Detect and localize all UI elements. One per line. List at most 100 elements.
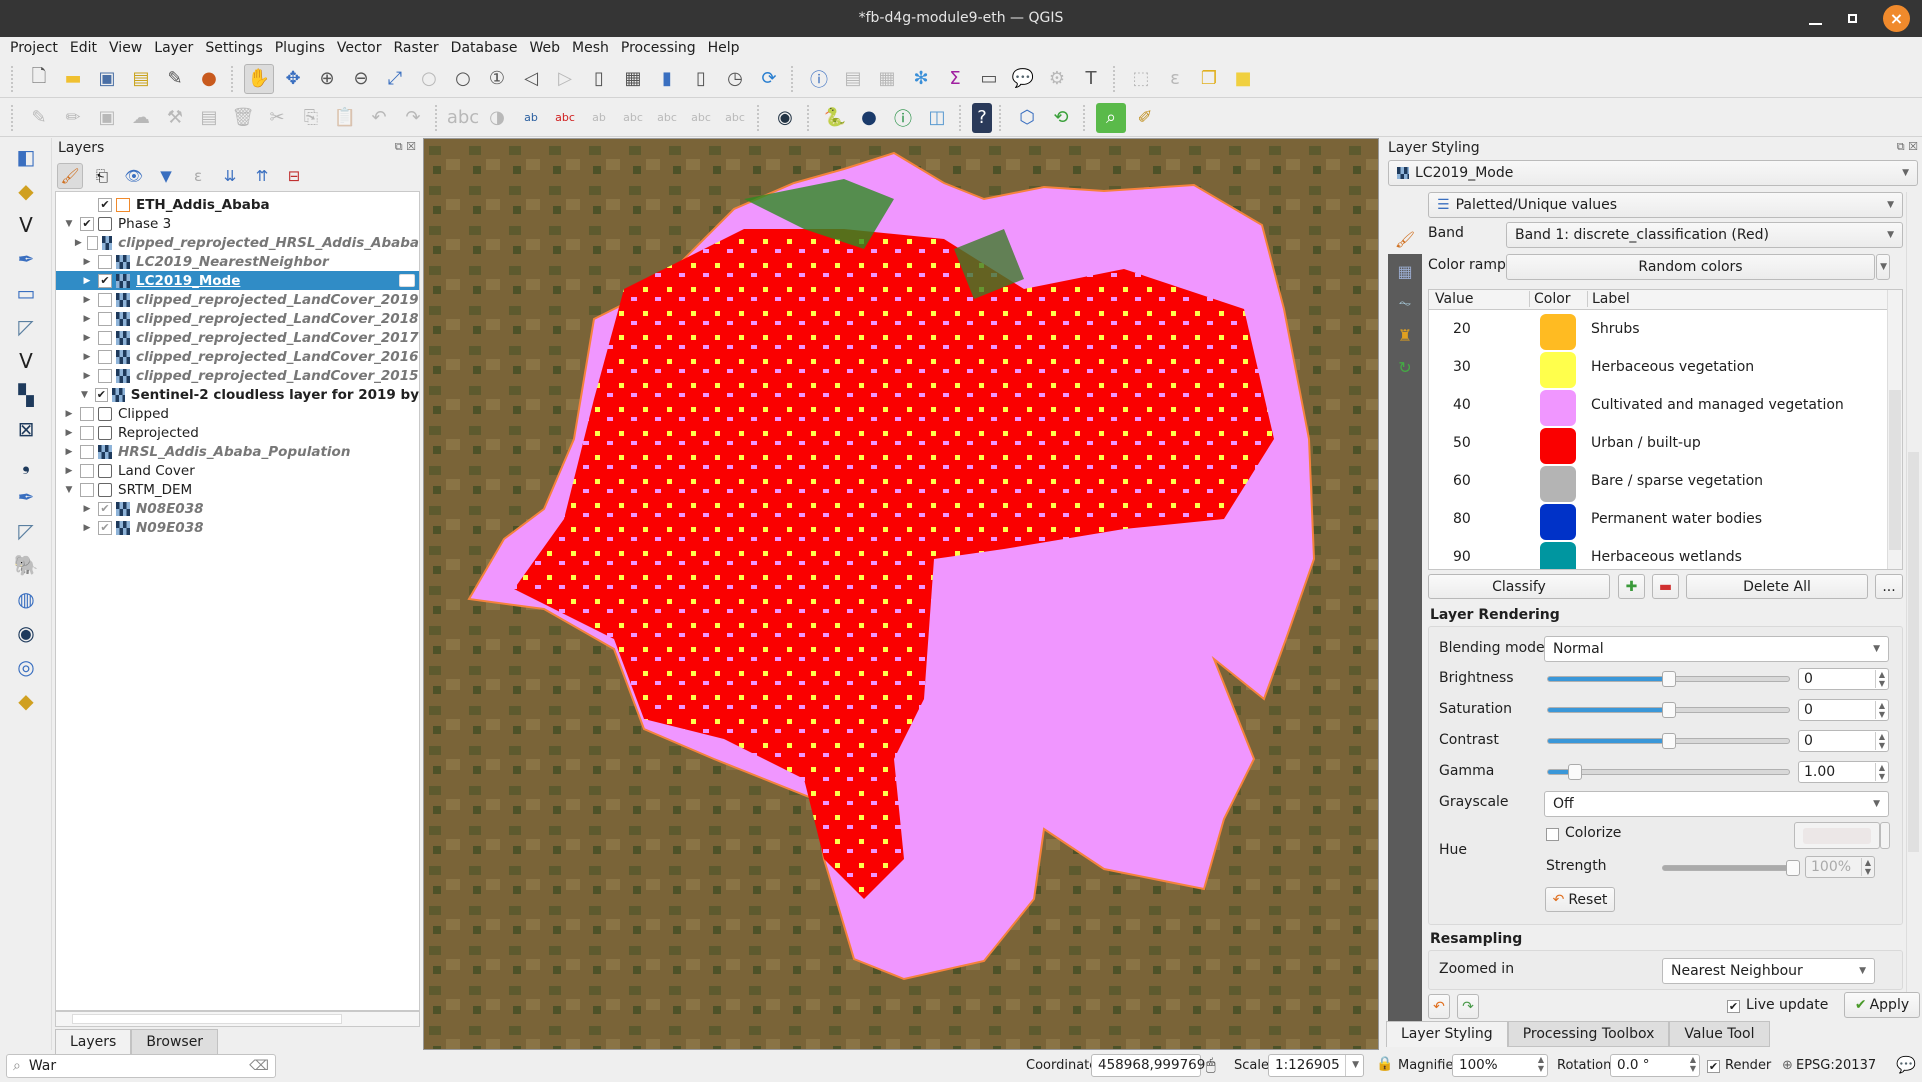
layer-tree-item[interactable]: ▶ ✔ LC2019_Mode: [56, 271, 419, 290]
layer-visibility-checkbox[interactable]: [98, 311, 112, 326]
class-value[interactable]: 30: [1453, 359, 1471, 375]
class-color-swatch[interactable]: [1540, 466, 1576, 502]
new-3d-view-icon[interactable]: ▦: [618, 64, 648, 94]
layer-tree-item[interactable]: ▶ clipped_reprojected_LandCover_2016: [56, 347, 419, 366]
refresh-icon[interactable]: ⟳: [754, 64, 784, 94]
zoom-to-selection-icon[interactable]: ○: [414, 64, 444, 94]
label-tool-icon[interactable]: abc: [447, 103, 479, 133]
manage-themes-icon[interactable]: 👁: [121, 163, 147, 189]
select-expression-icon[interactable]: ε: [1160, 64, 1190, 94]
expand-arrow-icon[interactable]: ▶: [80, 295, 94, 305]
layer-selector[interactable]: LC2019_Mode ▼: [1388, 160, 1918, 186]
class-row[interactable]: 50 Urban / built-up: [1429, 425, 1884, 464]
class-row[interactable]: 40 Cultivated and managed vegetation: [1429, 387, 1884, 426]
layer-visibility-checkbox[interactable]: [98, 349, 112, 364]
cut-features-icon[interactable]: ✂: [262, 103, 292, 133]
new-geopackage-icon[interactable]: ◆: [6, 175, 46, 206]
layer-visibility-checkbox[interactable]: [98, 368, 112, 383]
collapse-arrow-icon[interactable]: ▼: [62, 219, 76, 229]
toggle-extents-icon[interactable]: 🖱: [1206, 1055, 1216, 1075]
deselect-icon[interactable]: ❐: [1194, 64, 1224, 94]
add-delimited-text-icon[interactable]: ❟: [6, 447, 46, 478]
layer-tree[interactable]: ✔ ETH_Addis_Ababa ▼ ✔ Phase 3 ▶ clipped_reproj…: [55, 191, 420, 1011]
add-wfs-icon[interactable]: ◎: [6, 651, 46, 682]
class-value[interactable]: 80: [1453, 511, 1471, 527]
new-spatialite-icon[interactable]: ✒: [6, 243, 46, 274]
copy-features-icon[interactable]: ⎘: [296, 103, 326, 133]
menu-settings[interactable]: Settings: [199, 37, 268, 60]
map-swipe-icon[interactable]: ◫: [922, 103, 952, 133]
header-value[interactable]: Value: [1435, 291, 1473, 307]
undo-icon[interactable]: ↶: [364, 103, 394, 133]
layout-manager-icon[interactable]: ✎: [160, 64, 190, 94]
data-source-manager-icon[interactable]: ◧: [6, 141, 46, 172]
zoom-in-icon[interactable]: ⊕: [312, 64, 342, 94]
layer-visibility-checkbox[interactable]: [98, 292, 112, 307]
layer-tree-item[interactable]: ▼ ✔ Sentinel-2 cloudless layer for 2019 by: [56, 385, 419, 404]
color-ramp-dropdown[interactable]: ▼: [1876, 254, 1890, 280]
layer-visibility-checkbox[interactable]: ✔: [98, 273, 112, 288]
style-panel-icon[interactable]: 🖌: [57, 163, 83, 189]
layer-tree-item[interactable]: ▼ ✔ Phase 3: [56, 214, 419, 233]
collapse-arrow-icon[interactable]: ▼: [78, 390, 91, 400]
add-geopackage-icon[interactable]: ◆: [6, 685, 46, 716]
saturation-spinbox[interactable]: 0 ▲ ▼: [1798, 699, 1889, 721]
close-button[interactable]: ×: [1883, 5, 1910, 32]
new-virtual-layer-icon[interactable]: ◸: [6, 311, 46, 342]
classify-button[interactable]: Classify: [1428, 574, 1610, 599]
run-action-icon[interactable]: ⚙: [1042, 64, 1072, 94]
vertex-tool-icon[interactable]: ⚒: [160, 103, 190, 133]
class-label[interactable]: Herbaceous vegetation: [1591, 359, 1754, 375]
menu-database[interactable]: Database: [445, 37, 524, 60]
class-color-swatch[interactable]: [1540, 314, 1576, 350]
gamma-slider[interactable]: [1547, 764, 1790, 780]
lock-scale-icon[interactable]: 🔒: [1376, 1056, 1393, 1072]
python-console-icon[interactable]: 🐍: [820, 103, 850, 133]
layer-tree-item[interactable]: ▶ Reprojected: [56, 423, 419, 442]
expand-arrow-icon[interactable]: ▶: [80, 504, 94, 514]
data-refresh-icon[interactable]: ⟲: [1046, 103, 1076, 133]
layer-tree-item[interactable]: ▶ LC2019_NearestNeighbor: [56, 252, 419, 271]
gamma-spinbox[interactable]: 1.00 ▲ ▼: [1798, 761, 1889, 783]
history-icon[interactable]: ↻: [1390, 352, 1420, 382]
menu-web[interactable]: Web: [523, 37, 566, 60]
coordinate-field[interactable]: 458968,999769: [1091, 1054, 1205, 1077]
collapse-arrow-icon[interactable]: ▼: [62, 485, 76, 495]
layer-tree-item[interactable]: ▼ SRTM_DEM: [56, 480, 419, 499]
menu-view[interactable]: View: [103, 37, 148, 60]
open-project-icon[interactable]: ▬: [58, 64, 88, 94]
header-color[interactable]: Color: [1529, 291, 1571, 307]
add-group-icon[interactable]: ⎗: [89, 163, 115, 189]
band-select[interactable]: Band 1: discrete_classification (Red) ▼: [1506, 222, 1903, 248]
menu-raster[interactable]: Raster: [388, 37, 445, 60]
menu-layer[interactable]: Layer: [148, 37, 199, 60]
help-icon[interactable]: ?: [972, 102, 992, 133]
zoom-full-icon[interactable]: ⤢: [380, 64, 410, 94]
show-labels-icon[interactable]: abc: [550, 103, 580, 133]
statistics-summary-icon[interactable]: Σ: [940, 64, 970, 94]
toolbar-handle[interactable]: [11, 65, 17, 92]
add-postgis-icon[interactable]: 🐘: [6, 549, 46, 580]
globe-icon[interactable]: ●: [854, 103, 884, 133]
text-annotation-icon[interactable]: T: [1076, 64, 1106, 94]
strength-slider[interactable]: [1662, 860, 1800, 876]
measure-icon[interactable]: ▭: [974, 64, 1004, 94]
expand-arrow-icon[interactable]: ▶: [62, 447, 76, 457]
redo-style-button[interactable]: ↷: [1457, 994, 1479, 1019]
temporal-controller-icon[interactable]: ◷: [720, 64, 750, 94]
layer-tree-item[interactable]: ✔ ETH_Addis_Ababa: [56, 195, 419, 214]
menu-vector[interactable]: Vector: [331, 37, 388, 60]
layer-styling-indicator-icon[interactable]: [399, 274, 415, 287]
contrast-spinbox[interactable]: 0 ▲ ▼: [1798, 730, 1889, 752]
field-calculator-icon[interactable]: ▦: [872, 64, 902, 94]
layer-visibility-checkbox[interactable]: ✔: [80, 216, 94, 231]
change-label-icon[interactable]: abc: [720, 103, 750, 133]
layer-tree-item[interactable]: ▶ clipped_reprojected_LandCover_2018: [56, 309, 419, 328]
layer-tree-item[interactable]: ▶ clipped_reprojected_LandCover_2019: [56, 290, 419, 309]
class-table[interactable]: Value Color Label 20 Shrubs 30 Herbaceous v…: [1428, 289, 1903, 570]
zoomed-in-select[interactable]: Nearest Neighbour ▼: [1662, 958, 1875, 984]
move-label-icon[interactable]: abc: [652, 103, 682, 133]
add-feature-icon[interactable]: ☁: [126, 103, 156, 133]
scale-field[interactable]: 1:126905 ▼: [1268, 1054, 1364, 1077]
layer-visibility-checkbox[interactable]: ✔: [94, 387, 108, 402]
